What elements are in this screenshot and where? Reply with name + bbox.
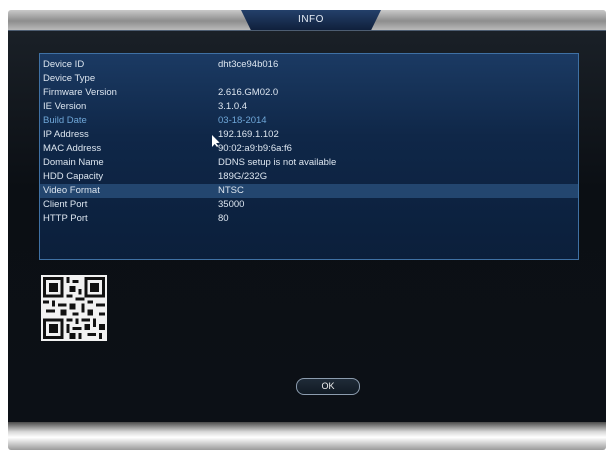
bottom-bar: [8, 422, 606, 450]
info-label: Build Date: [43, 115, 87, 126]
info-row-device-id: Device ID dht3ce94b016: [40, 58, 578, 72]
info-label: HDD Capacity: [43, 171, 104, 182]
info-label: Client Port: [43, 199, 88, 210]
qr-code-icon: [41, 275, 107, 341]
info-row-domain-name: Domain Name DDNS setup is not available: [40, 156, 578, 170]
info-row-hdd-capacity: HDD Capacity 189G/232G: [40, 170, 578, 184]
device-info-list: Device ID dht3ce94b016 Device Type Firmw…: [39, 53, 579, 260]
ok-button[interactable]: OK: [296, 378, 360, 395]
info-value: DDNS setup is not available: [218, 157, 337, 168]
info-label: Device ID: [43, 59, 85, 70]
info-value: 03-18-2014: [218, 115, 267, 126]
info-label: Domain Name: [43, 157, 104, 168]
dialog-body: Device ID dht3ce94b016 Device Type Firmw…: [8, 30, 606, 423]
info-label: Device Type: [43, 73, 96, 84]
info-row-ip-address: IP Address 192.169.1.102: [40, 128, 578, 142]
info-value: 192.169.1.102: [218, 129, 279, 140]
info-value: 80: [218, 213, 229, 224]
info-label: IE Version: [43, 101, 87, 112]
info-row-ie-version: IE Version 3.1.0.4: [40, 100, 578, 114]
info-dialog: INFO Device ID dht3ce94b016 Device Type …: [8, 10, 606, 450]
info-label: Video Format: [43, 185, 100, 196]
info-value: 189G/232G: [218, 171, 268, 182]
info-row-device-type: Device Type: [40, 72, 578, 86]
dialog-title: INFO: [241, 10, 381, 30]
info-label: MAC Address: [43, 143, 102, 154]
info-value: 2.616.GM02.0: [218, 87, 279, 98]
info-label: IP Address: [43, 129, 89, 140]
info-row-video-format[interactable]: Video Format NTSC: [40, 184, 578, 198]
info-label: HTTP Port: [43, 213, 88, 224]
info-value: 3.1.0.4: [218, 101, 248, 112]
info-value: 90:02:a9:b9:6a:f6: [218, 143, 292, 154]
info-value: dht3ce94b016: [218, 59, 279, 70]
info-value: 35000: [218, 199, 245, 210]
info-row-build-date: Build Date 03-18-2014: [40, 114, 578, 128]
info-row-client-port: Client Port 35000: [40, 198, 578, 212]
info-value: NTSC: [218, 185, 244, 196]
info-label: Firmware Version: [43, 87, 117, 98]
title-bar: INFO: [8, 10, 606, 30]
info-row-mac-address: MAC Address 90:02:a9:b9:6a:f6: [40, 142, 578, 156]
info-row-firmware-version: Firmware Version 2.616.GM02.0: [40, 86, 578, 100]
info-row-http-port: HTTP Port 80: [40, 212, 578, 226]
